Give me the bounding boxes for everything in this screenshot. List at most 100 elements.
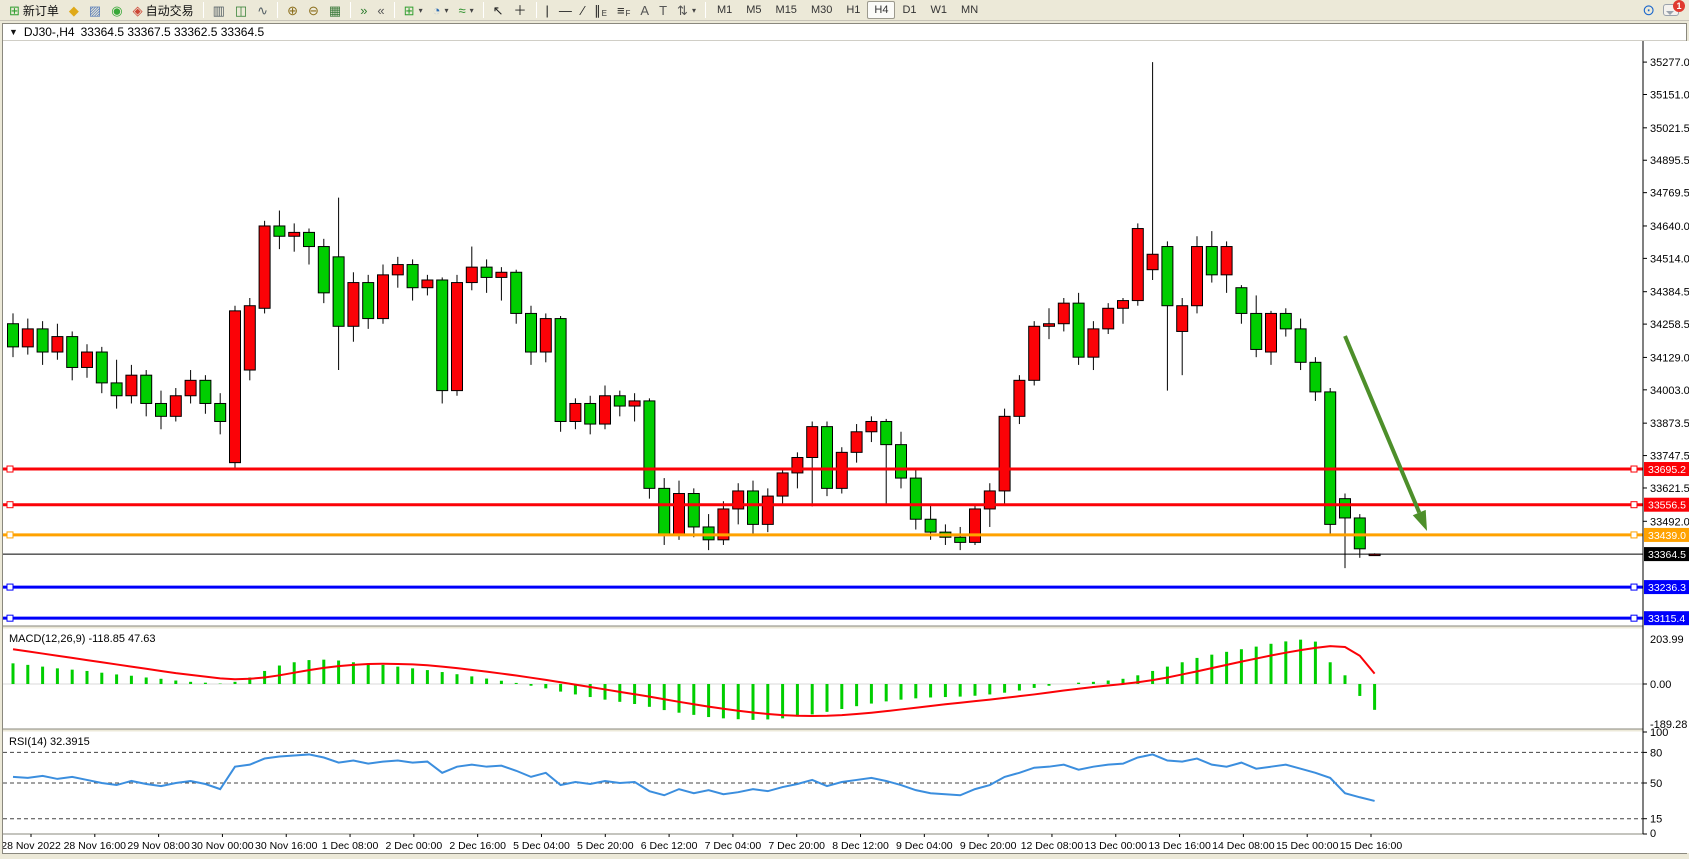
vertical-line-icon[interactable]: |	[541, 1, 554, 20]
svg-text:8 Dec 12:00: 8 Dec 12:00	[832, 840, 889, 852]
zoom-out-icon[interactable]: ⊖	[303, 1, 324, 20]
candle	[1295, 329, 1306, 362]
line-handle[interactable]	[1631, 466, 1637, 472]
new-order-button[interactable]: ⊞新订单	[4, 1, 64, 20]
cursor-icon[interactable]: ↖	[488, 1, 509, 20]
chart-collapse-icon[interactable]: ▼	[9, 27, 18, 37]
candle	[1310, 362, 1321, 392]
timeframe-button-w1[interactable]: W1	[924, 1, 955, 19]
candle	[82, 352, 93, 367]
line-handle[interactable]	[7, 584, 13, 590]
toolbar-separator	[536, 2, 537, 18]
candle	[644, 401, 655, 488]
line-handle[interactable]	[1631, 532, 1637, 538]
mql5-community-icon[interactable]: ▨	[84, 1, 106, 20]
vertical-line-icon: |	[546, 4, 549, 17]
market-watch-icon[interactable]: ◆	[64, 1, 84, 20]
svg-text:9 Dec 04:00: 9 Dec 04:00	[896, 840, 953, 852]
line-handle[interactable]	[7, 615, 13, 621]
tile-windows-icon[interactable]: ▦	[324, 1, 346, 20]
horizontal-line-icon[interactable]: —	[554, 1, 577, 20]
candle	[1221, 247, 1232, 275]
timeframe-button-mn[interactable]: MN	[954, 1, 985, 19]
candlestick-chart-icon[interactable]: ◫	[230, 1, 252, 20]
fibonacci-icon[interactable]: ≡F	[612, 1, 635, 20]
candle	[1132, 229, 1143, 301]
signals-icon[interactable]: ◉	[106, 1, 127, 20]
line-handle[interactable]	[7, 466, 13, 472]
candle	[141, 375, 152, 403]
crosshair-icon[interactable]: ＋	[509, 1, 532, 20]
chart-window: ▼ DJ30-,H4 33364.5 33367.5 33362.5 33364…	[2, 23, 1687, 854]
chart-canvas[interactable]: MACD(12,26,9) -118.85 47.63RSI(14) 32.39…	[3, 41, 1689, 853]
dropdown-arrow-icon[interactable]: ▾	[419, 6, 423, 15]
dropdown-arrow-icon[interactable]: ▾	[470, 6, 474, 15]
indicators-button[interactable]: ≈▾	[453, 1, 478, 20]
candle	[348, 283, 359, 327]
candle	[762, 496, 773, 524]
svg-text:34258.5: 34258.5	[1650, 319, 1689, 331]
bar-chart-icon: ▥	[213, 4, 225, 17]
candle	[407, 265, 418, 288]
candle	[156, 403, 167, 416]
bar-chart-icon[interactable]: ▥	[208, 1, 230, 20]
timeframe-button-h4[interactable]: H4	[867, 1, 895, 19]
toolbar-separator	[277, 2, 278, 18]
periods-button[interactable]: ◔▾	[428, 1, 454, 20]
svg-text:80: 80	[1650, 747, 1662, 759]
periods-icon: ◔	[433, 4, 441, 17]
new-chart-button[interactable]: ⊞▾	[399, 1, 428, 20]
line-handle[interactable]	[1631, 615, 1637, 621]
timeframe-button-m15[interactable]: M15	[769, 1, 804, 19]
candle	[511, 272, 522, 313]
auto-scroll-icon[interactable]: »	[355, 1, 372, 20]
svg-text:2 Dec 16:00: 2 Dec 16:00	[449, 840, 506, 852]
candle	[807, 427, 818, 458]
candle	[614, 396, 625, 406]
timeframe-button-m30[interactable]: M30	[804, 1, 839, 19]
candle	[955, 537, 966, 542]
zoom-in-icon[interactable]: ⊕	[282, 1, 303, 20]
chart-shift-icon[interactable]: «	[372, 1, 389, 20]
candle	[896, 445, 907, 478]
candle	[910, 478, 921, 519]
dropdown-arrow-icon[interactable]: ▾	[444, 6, 448, 15]
chart-shift-icon: «	[377, 4, 384, 17]
line-handle[interactable]	[1631, 584, 1637, 590]
timeframe-button-m1[interactable]: M1	[710, 1, 739, 19]
text-label-icon[interactable]: T	[654, 1, 672, 20]
candle	[600, 396, 611, 424]
notifications-chat-icon[interactable]: 1	[1663, 4, 1679, 16]
market-watch-icon: ◆	[69, 4, 79, 17]
text-icon[interactable]: A	[635, 1, 654, 20]
candle	[703, 527, 714, 540]
svg-text:33364.5: 33364.5	[1648, 549, 1686, 561]
trendline-icon[interactable]: ∕	[577, 1, 589, 20]
algo-trading-button[interactable]: ◈自动交易	[128, 1, 199, 20]
candle	[466, 267, 477, 282]
candle	[674, 494, 685, 535]
line-chart-icon[interactable]: ∿	[252, 1, 273, 20]
blue-support-line-1-price-chip: 33236.3	[1644, 580, 1689, 594]
svg-text:12 Dec 08:00: 12 Dec 08:00	[1021, 840, 1084, 852]
svg-text:30 Nov 00:00: 30 Nov 00:00	[191, 840, 254, 852]
timeframe-button-m5[interactable]: M5	[739, 1, 768, 19]
candle	[659, 488, 670, 534]
current-price-line-price-chip: 33364.5	[1644, 547, 1689, 561]
candle	[1088, 329, 1099, 357]
timeframe-button-h1[interactable]: H1	[839, 1, 867, 19]
candle	[318, 247, 329, 293]
search-icon[interactable]: ⊙	[1642, 1, 1655, 19]
candle	[777, 473, 788, 496]
chart-quote-ohlc: 33364.5 33367.5 33362.5 33364.5	[81, 25, 265, 39]
pane-separator[interactable]	[3, 627, 1643, 629]
pane-separator[interactable]	[3, 730, 1643, 732]
line-handle[interactable]	[1631, 502, 1637, 508]
blue-support-line-2-price-chip: 33115.4	[1644, 611, 1689, 625]
line-handle[interactable]	[7, 532, 13, 538]
timeframe-button-d1[interactable]: D1	[895, 1, 923, 19]
dropdown-arrow-icon[interactable]: ▾	[692, 6, 696, 15]
equidistant-channel-icon[interactable]: ∥E	[589, 1, 612, 20]
arrows-icon[interactable]: ⇅▾	[672, 1, 701, 20]
line-handle[interactable]	[7, 502, 13, 508]
